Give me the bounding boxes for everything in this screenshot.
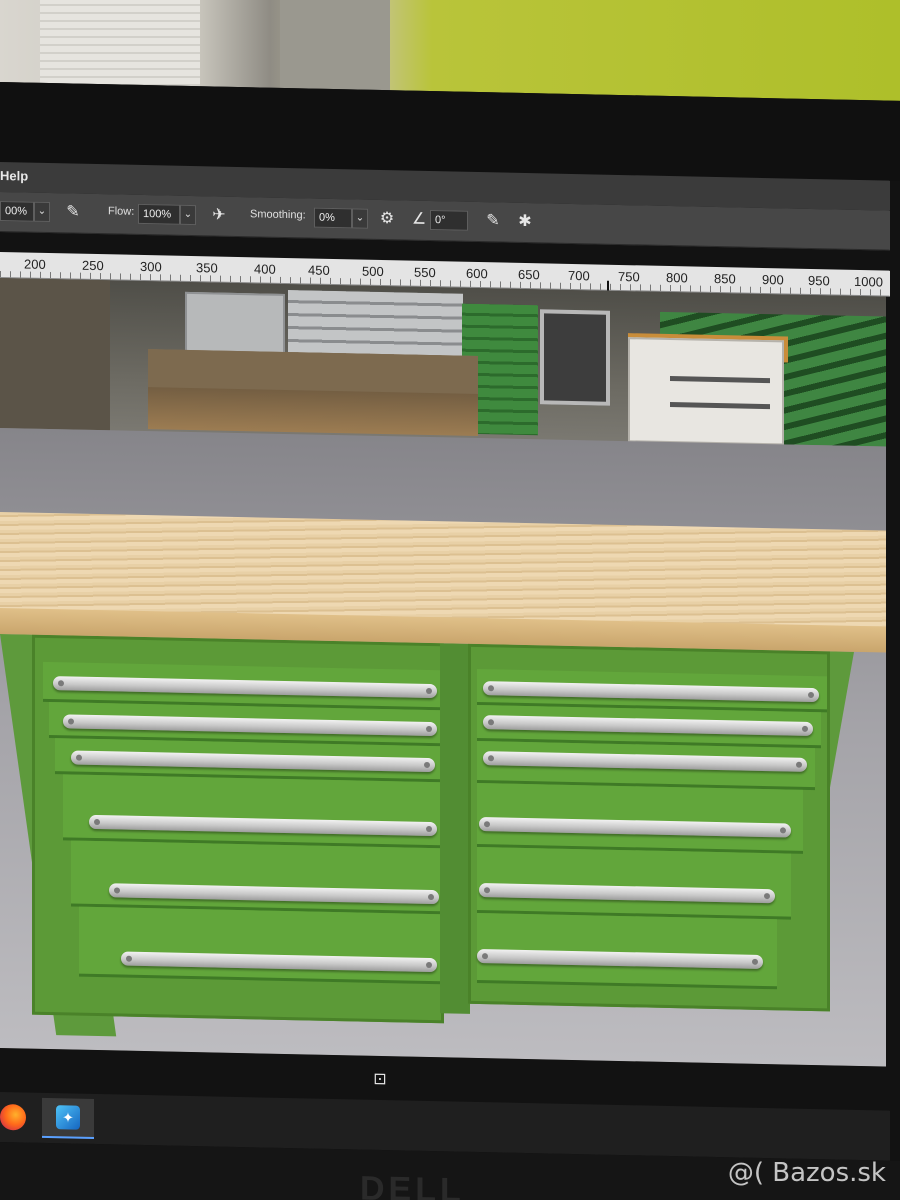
ruler-tick: 1000: [854, 273, 883, 290]
ruler-tick: 600: [466, 265, 488, 282]
gear-icon[interactable]: ⚙: [376, 208, 398, 230]
drawer: [477, 912, 777, 990]
ruler-tick: 500: [362, 263, 384, 280]
airbrush-icon[interactable]: ✈: [208, 204, 230, 226]
cabinet-divider: [440, 643, 470, 1014]
ruler-tick: 800: [666, 269, 688, 286]
flow-field[interactable]: 100%: [138, 203, 180, 225]
drawer: [477, 782, 803, 854]
ruler-tick: 400: [254, 261, 276, 277]
drawer-handle: [477, 948, 763, 969]
drawer: [63, 774, 441, 849]
drawer: [71, 840, 441, 915]
drawer-handle: [63, 714, 437, 737]
ruler-tick: 900: [762, 271, 784, 288]
drawer-handle: [71, 750, 435, 773]
ruler-tick: 750: [618, 268, 640, 285]
opacity-field[interactable]: 00%: [0, 201, 34, 222]
canvas-photo[interactable]: [0, 278, 886, 1067]
drawer: [477, 740, 815, 791]
ruler-tick: 250: [82, 257, 104, 274]
smoothing-field[interactable]: 0%: [314, 207, 352, 229]
drawer-handle: [53, 676, 437, 699]
ruler-tick: 850: [714, 270, 736, 287]
angle-field[interactable]: 0°: [430, 210, 468, 231]
monitor-brand-logo: DELL: [360, 1169, 465, 1200]
ruler-tick: 650: [518, 266, 540, 283]
cabinet-handle: [670, 376, 770, 384]
ruler-tick: 550: [414, 264, 436, 281]
background-wooden-bench-top: [148, 349, 478, 395]
background-white-cabinet: [628, 337, 784, 446]
drawer-handle: [483, 681, 819, 703]
opacity-dropdown-chevron-icon[interactable]: ⌄: [34, 201, 50, 223]
ruler-cursor-marker: [607, 280, 609, 291]
flow-label: Flow:: [108, 205, 135, 218]
ruler-tick: 300: [140, 258, 162, 275]
smoothing-label: Smoothing:: [250, 208, 306, 222]
ruler-tick: 450: [308, 262, 330, 278]
drawer-handle: [121, 951, 437, 973]
photos-app-icon[interactable]: ✦: [56, 1105, 80, 1130]
monitor: Help 00% ⌄ ✎ Flow: 100% ⌄ ✈ Smoothing: 0…: [0, 82, 900, 1200]
drawer-cabinet-left: [32, 634, 444, 1024]
drawer: [477, 846, 791, 920]
ruler-tick: 950: [808, 272, 830, 289]
drawer-handle: [89, 814, 437, 837]
ruler-tick: 700: [568, 267, 590, 284]
drawer-handle: [479, 883, 775, 904]
screenshot-capture-icon[interactable]: ⊡: [370, 1070, 390, 1090]
drawer-cabinet-right: [468, 643, 830, 1012]
drawer-handle: [483, 751, 807, 772]
pressure-opacity-icon[interactable]: ✎: [62, 201, 84, 223]
drawer-handle: [109, 883, 439, 905]
angle-icon: ∠: [411, 210, 427, 228]
drawer: [79, 906, 441, 985]
ruler-tick: 350: [196, 260, 218, 276]
flow-dropdown-chevron-icon[interactable]: ⌄: [180, 204, 196, 226]
watermark: @( Bazos.sk: [727, 1158, 886, 1188]
firefox-icon[interactable]: [0, 1104, 26, 1131]
smoothing-dropdown-chevron-icon[interactable]: ⌄: [352, 208, 368, 229]
cabinet-handle: [670, 402, 770, 410]
pressure-size-icon[interactable]: ✎: [482, 210, 504, 232]
drawer-handle: [479, 817, 791, 838]
symmetry-butterfly-icon[interactable]: ✱: [514, 211, 536, 233]
drawer-handle: [483, 715, 813, 737]
background-metal-frame: [540, 309, 610, 406]
menu-help[interactable]: Help: [0, 168, 28, 184]
ruler-tick: 200: [24, 256, 46, 272]
background-shelf: [0, 278, 110, 431]
